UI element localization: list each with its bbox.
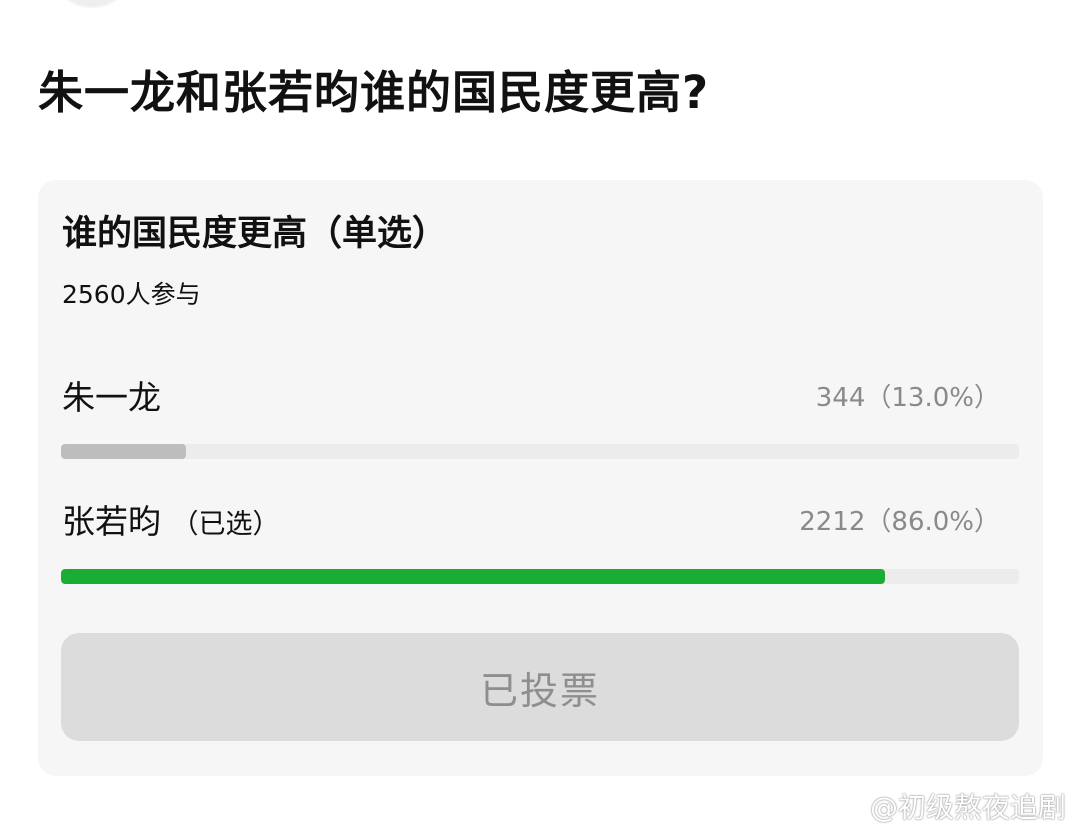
poll-option-2-label: 张若昀 （已选） bbox=[62, 502, 280, 541]
poll-option-2-stat: 2212（86.0%） bbox=[799, 507, 1000, 537]
poll-card: 谁的国民度更高（单选） 2560人参与 朱一龙 344（13.0%） 张若昀 （… bbox=[38, 180, 1043, 776]
watermark-text: @初级熬夜追剧 bbox=[869, 791, 1066, 824]
poll-option-2-bar-fill bbox=[61, 569, 885, 584]
watermark: @初级熬夜追剧 bbox=[824, 786, 1066, 826]
poll-option-1-stat: 344（13.0%） bbox=[815, 383, 1000, 413]
post-title: 朱一龙和张若昀谁的国民度更高? bbox=[38, 66, 710, 119]
poll-participant-count: 2560人参与 bbox=[62, 280, 201, 309]
voted-button[interactable]: 已投票 bbox=[61, 633, 1019, 741]
poll-option-1-label: 朱一龙 bbox=[62, 378, 161, 417]
poll-option-1-bar-track bbox=[61, 444, 1019, 459]
avatar[interactable] bbox=[58, 0, 126, 8]
poll-option-2-bar-track bbox=[61, 569, 1019, 584]
poll-title: 谁的国民度更高（单选） bbox=[62, 214, 448, 254]
weibo-logo-icon bbox=[825, 794, 861, 821]
selected-tag: （已选） bbox=[171, 509, 280, 540]
poll-option-1-bar-fill bbox=[61, 444, 186, 459]
